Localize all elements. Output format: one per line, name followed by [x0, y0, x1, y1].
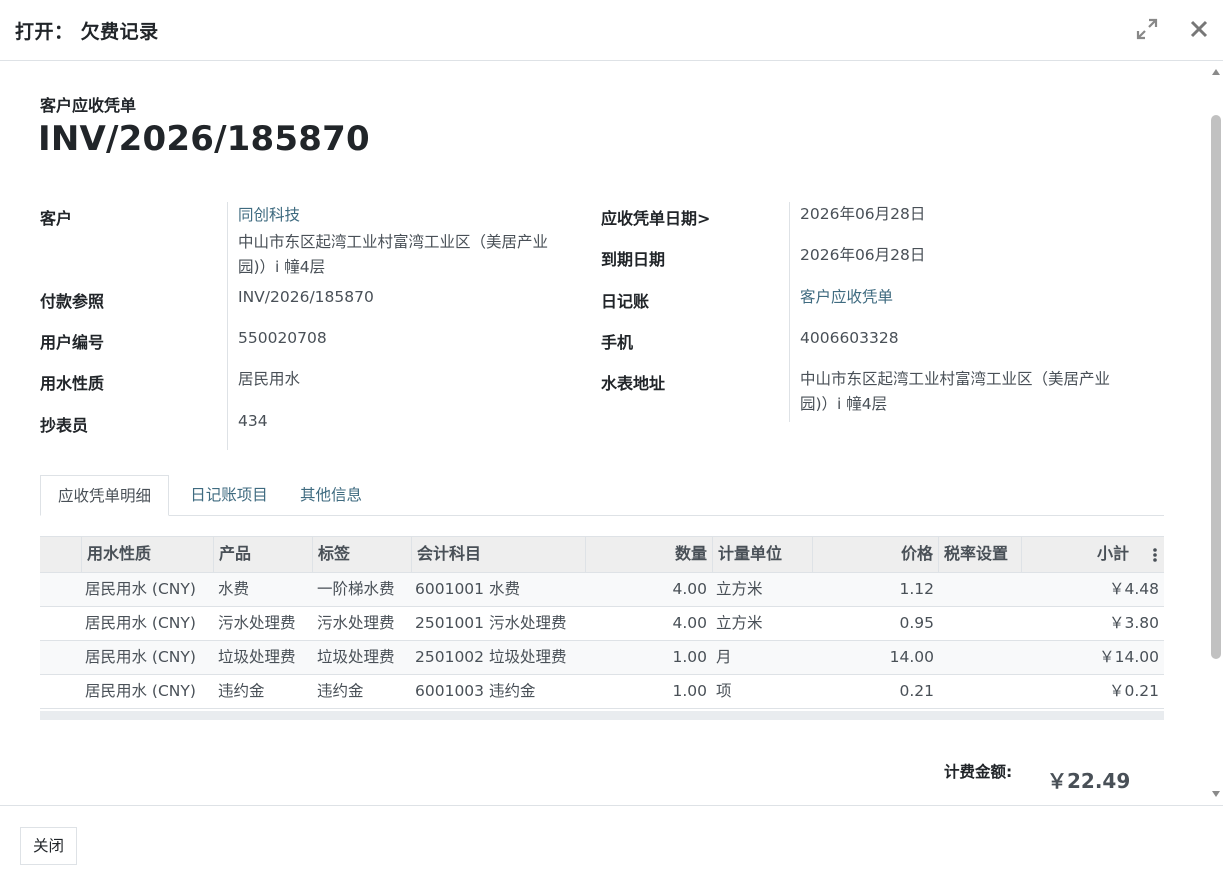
table-footer [40, 711, 1164, 720]
dialog-header: 打开： 欠费记录 [0, 0, 1223, 61]
table-row[interactable]: 居民用水 (CNY) 垃圾处理费 垃圾处理费 2501002 垃圾处理费 1.0… [40, 641, 1164, 675]
cell-account: 2501001 污水处理费 [415, 614, 567, 632]
row-handle-column [40, 537, 81, 572]
table-header: 用水性质 产品 标签 会计科目 数量 计量单位 价格 税率设置 小計 [40, 536, 1164, 573]
cell-account: 6001003 违约金 [415, 682, 536, 700]
meter-reader-label: 抄表员 [40, 416, 89, 435]
cell-water-type: 居民用水 (CNY) [85, 682, 196, 700]
invoice-date-label: 应收凭单日期> [601, 209, 711, 228]
close-button[interactable]: 关闭 [20, 827, 77, 865]
cell-subtotal: ￥14.00 [1099, 648, 1159, 666]
column-header-uom[interactable]: 计量单位 [712, 537, 812, 572]
cell-uom: 立方米 [716, 614, 763, 632]
tab-invoice-lines[interactable]: 应收凭单明细 [40, 475, 169, 516]
phone-label: 手机 [601, 333, 634, 352]
cell-taxes [938, 573, 946, 606]
scroll-up-arrow-icon[interactable] [1212, 69, 1220, 75]
cell-label: 一阶梯水费 [317, 580, 395, 598]
column-header-price[interactable]: 价格 [812, 537, 938, 572]
table-row[interactable]: 居民用水 (CNY) 违约金 违约金 6001003 违约金 1.00 项 0.… [40, 675, 1164, 709]
cell-price: 0.21 [899, 682, 934, 700]
user-number-label: 用户编号 [40, 333, 105, 352]
document-number: INV/2026/185870 [38, 119, 370, 159]
water-type-label: 用水性质 [40, 374, 105, 393]
cell-product: 污水处理费 [218, 614, 296, 632]
due-date-value: 2026年06月28日 [800, 246, 926, 264]
cell-label: 垃圾处理费 [317, 648, 395, 666]
cell-taxes [938, 675, 946, 708]
cell-taxes [938, 607, 946, 640]
cell-account: 6001001 水费 [415, 580, 520, 598]
cell-quantity: 4.00 [672, 614, 707, 632]
cell-product: 垃圾处理费 [218, 648, 296, 666]
payment-reference-value: INV/2026/185870 [238, 288, 374, 306]
column-header-subtotal[interactable]: 小計 [1021, 537, 1134, 572]
cell-quantity: 1.00 [672, 682, 707, 700]
customer-link[interactable]: 同创科技 [238, 203, 300, 228]
meter-address-value: 中山市东区起湾工业村富湾工业区（美居产业园)）i 幢4层 [800, 370, 1111, 413]
journal-link[interactable]: 客户应收凭单 [800, 285, 893, 310]
column-header-taxes[interactable]: 税率设置 [938, 537, 1021, 572]
water-type-value: 居民用水 [238, 370, 301, 388]
scrollbar-thumb[interactable] [1211, 115, 1221, 659]
cell-taxes [938, 641, 946, 674]
right-group-divider [789, 202, 790, 422]
document-type-label: 客户应收凭单 [40, 96, 137, 115]
cell-quantity: 4.00 [672, 580, 707, 598]
user-number-value: 550020708 [238, 329, 327, 347]
tab-journal-items[interactable]: 日记账项目 [177, 475, 281, 516]
cell-account: 2501002 垃圾处理费 [415, 648, 567, 666]
column-options-icon[interactable] [1152, 547, 1158, 563]
phone-value: 4006603328 [800, 329, 899, 347]
dialog-body: 客户应收凭单 INV/2026/185870 客户 同创科技 中山市东区起湾工业… [0, 61, 1223, 805]
cell-water-type: 居民用水 (CNY) [85, 614, 196, 632]
cell-quantity: 1.00 [672, 648, 707, 666]
dialog-title: 打开： 欠费记录 [15, 21, 159, 43]
cell-label: 违约金 [317, 682, 364, 700]
column-header-label[interactable]: 标签 [312, 537, 411, 572]
close-icon[interactable] [1186, 16, 1212, 42]
left-group-divider [227, 202, 228, 450]
invoice-date-value: 2026年06月28日 [800, 205, 926, 223]
meter-reader-value: 434 [238, 412, 268, 430]
meter-address-label: 水表地址 [601, 374, 666, 393]
tab-other-info[interactable]: 其他信息 [290, 475, 372, 516]
column-header-product[interactable]: 产品 [213, 537, 312, 572]
due-date-label: 到期日期 [601, 250, 666, 269]
cell-water-type: 居民用水 (CNY) [85, 648, 196, 666]
cell-product: 违约金 [218, 682, 265, 700]
cell-uom: 项 [716, 682, 732, 700]
column-header-quantity[interactable]: 数量 [585, 537, 712, 572]
journal-label: 日记账 [601, 292, 650, 311]
column-header-account[interactable]: 会计科目 [411, 537, 585, 572]
scroll-down-arrow-icon[interactable] [1212, 791, 1220, 797]
table-row[interactable]: 居民用水 (CNY) 水费 一阶梯水费 6001001 水费 4.00 立方米 … [40, 573, 1164, 607]
expand-icon[interactable] [1134, 16, 1160, 42]
vertical-scrollbar[interactable] [1208, 61, 1223, 805]
dialog-footer: 关闭 [0, 805, 1223, 880]
customer-address: 中山市东区起湾工业村富湾工业区（美居产业园)）i 幢4层 [238, 233, 549, 276]
cell-price: 1.12 [899, 580, 934, 598]
cell-subtotal: ￥4.48 [1108, 580, 1159, 598]
cell-subtotal: ￥0.21 [1108, 682, 1159, 700]
total-amount-value: ￥22.49 [1047, 769, 1131, 793]
total-amount-label: 计费金额: [944, 763, 1013, 781]
cell-uom: 立方米 [716, 580, 763, 598]
column-header-water-type[interactable]: 用水性质 [81, 537, 213, 572]
table-row[interactable]: 居民用水 (CNY) 污水处理费 污水处理费 2501001 污水处理费 4.0… [40, 607, 1164, 641]
payment-reference-label: 付款参照 [40, 292, 105, 311]
cell-label: 污水处理费 [317, 614, 395, 632]
customer-label: 客户 [40, 209, 73, 228]
cell-subtotal: ￥3.80 [1108, 614, 1159, 632]
notebook-tabs: 应收凭单明细 日记账项目 其他信息 [40, 475, 1164, 516]
cell-product: 水费 [218, 580, 250, 598]
cell-water-type: 居民用水 (CNY) [85, 580, 196, 598]
cell-price: 14.00 [889, 648, 934, 666]
cell-price: 0.95 [899, 614, 934, 632]
cell-uom: 月 [716, 648, 732, 666]
